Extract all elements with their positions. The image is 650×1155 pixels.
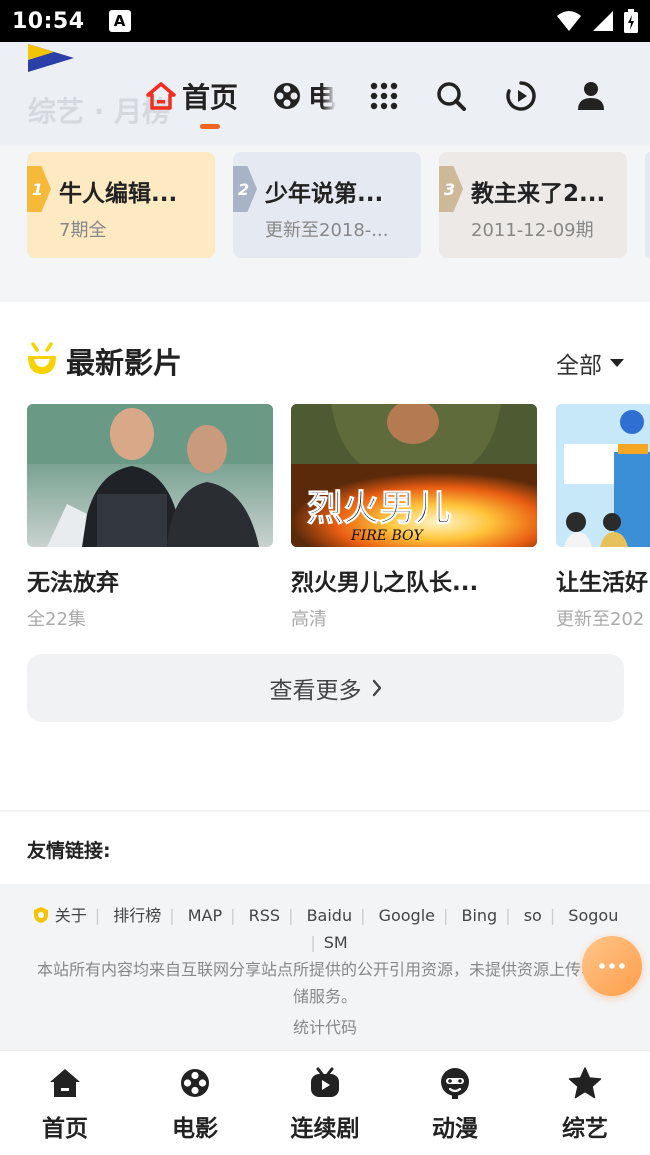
app-page: 10:54 A 综艺 · 月榜 首页 电 xyxy=(0,0,650,1155)
home-icon xyxy=(146,82,176,110)
nav-tab-home[interactable]: 首页 xyxy=(146,76,238,116)
movie-title: 无法放弃 xyxy=(27,570,119,596)
poster-art: 烈火男儿 FIRE BOY xyxy=(291,404,537,547)
footer-link-bing[interactable]: Bing xyxy=(461,906,497,925)
footer-stats-code: 统计代码 xyxy=(292,1018,357,1037)
user-icon xyxy=(578,82,604,110)
latest-movies-header: 最新影片 全部 xyxy=(0,330,650,390)
wifi-icon xyxy=(557,11,581,31)
footer-link-ranking[interactable]: 排行榜 xyxy=(113,906,161,925)
poster-subtitle-text: FIRE BOY xyxy=(350,528,424,544)
user-button[interactable] xyxy=(573,78,609,114)
movie-poster[interactable] xyxy=(27,404,273,547)
bottom-tab-label: 综艺 xyxy=(562,1116,608,1142)
grid-icon xyxy=(370,82,398,110)
search-icon xyxy=(437,82,466,111)
play-history-icon xyxy=(506,81,536,111)
footer-link-google[interactable]: Google xyxy=(379,906,435,925)
footer-link-baidu[interactable]: Baidu xyxy=(307,906,353,925)
ranking-card-title: 教主来了2... xyxy=(471,181,606,207)
movie-subtitle: 全22集 xyxy=(27,609,86,630)
dropdown-arrow-icon xyxy=(610,359,624,367)
star-icon xyxy=(568,1067,602,1099)
filter-dropdown[interactable]: 全部 xyxy=(556,346,624,380)
bottom-tab-label: 连续剧 xyxy=(290,1116,360,1142)
movie-card[interactable]: 无法放弃 全22集 xyxy=(27,404,275,631)
ranking-card-title: 牛人编辑... xyxy=(59,181,178,207)
ranking-card-subtitle: 2011-12-09期 xyxy=(471,220,594,241)
signal-icon xyxy=(593,11,613,31)
movie-title: 让生活好 xyxy=(556,570,648,596)
bottom-tab-label: 动漫 xyxy=(432,1116,478,1142)
rank-badge: 3 xyxy=(439,166,463,212)
footer-link-so[interactable]: so xyxy=(524,906,542,925)
bottom-tab-series[interactable]: 连续剧 xyxy=(270,1065,380,1143)
ranking-carousel: 1 牛人编辑... 7期全 2 少年说第... 更新至2018-... 3 教主… xyxy=(0,146,650,302)
smiley-icon xyxy=(28,342,56,374)
battery-icon xyxy=(624,9,638,33)
bottom-tab-movie[interactable]: 电影 xyxy=(140,1065,250,1143)
footer-link-map[interactable]: MAP xyxy=(188,906,222,925)
footer-link-sm[interactable]: SM xyxy=(324,933,348,952)
active-tab-indicator xyxy=(200,124,220,129)
about-badge-icon xyxy=(33,907,48,923)
movie-card[interactable]: 烈火男儿 FIRE BOY 烈火男儿之队长... 高清 xyxy=(291,404,539,631)
bottom-tab-label: 首页 xyxy=(42,1116,88,1142)
history-button[interactable] xyxy=(503,78,539,114)
poster-title-text: 烈火男儿 xyxy=(307,487,451,529)
poster-art xyxy=(27,404,273,547)
footer-disclaimer: 本站所有内容均来自互联网分享站点所提供的公开引用资源，未提供资源上传、存储服务。 xyxy=(36,960,613,1006)
ranking-card-subtitle: 7期全 xyxy=(59,220,107,241)
film-reel-icon xyxy=(181,1069,209,1097)
footer-link-sogou[interactable]: Sogou xyxy=(568,906,618,925)
footer-link-rss[interactable]: RSS xyxy=(249,906,280,925)
movie-subtitle: 高清 xyxy=(291,609,327,630)
ranking-card-title: 少年说第... xyxy=(265,181,384,207)
film-reel-icon xyxy=(274,83,300,109)
rank-badge: 1 xyxy=(27,166,51,212)
movie-poster[interactable] xyxy=(556,404,650,547)
section-title: 最新影片 xyxy=(66,346,183,380)
more-dots-icon xyxy=(599,963,625,969)
bottom-tab-label: 电影 xyxy=(172,1116,218,1142)
status-time: 10:54 xyxy=(12,8,85,34)
ranking-card[interactable]: 3 教主来了2... 2011-12-09期 xyxy=(439,152,627,258)
ranking-card[interactable]: 1 牛人编辑... 7期全 xyxy=(27,152,215,258)
bottom-tab-variety[interactable]: 综艺 xyxy=(530,1065,640,1143)
nav-tab-home-label: 首页 xyxy=(182,81,239,114)
category-grid-button[interactable] xyxy=(366,78,402,114)
filter-label: 全部 xyxy=(556,353,602,379)
movie-card[interactable]: 让生活好 更新至202 xyxy=(556,404,650,631)
top-header: 综艺 · 月榜 首页 电 xyxy=(0,42,650,146)
view-more-label: 查看更多 xyxy=(269,678,362,704)
footer-links: 关于 | 排行榜 | MAP | RSS | Baidu | Google | Bing | … xyxy=(0,902,650,956)
site-footer: 关于 | 排行榜 | MAP | RSS | Baidu | Google | Bing | … xyxy=(0,884,650,1050)
movie-title: 烈火男儿之队长... xyxy=(291,570,479,596)
home-icon xyxy=(50,1069,80,1097)
notification-icon: A xyxy=(108,10,131,32)
tab-fade-overlay xyxy=(322,72,336,132)
movie-subtitle: 更新至202 xyxy=(556,609,645,630)
anime-face-icon xyxy=(441,1068,469,1099)
ranking-card-subtitle: 更新至2018-... xyxy=(265,220,389,241)
site-logo-accent xyxy=(28,44,54,60)
bottom-tab-anime[interactable]: 动漫 xyxy=(400,1065,510,1143)
movie-poster[interactable]: 烈火男儿 FIRE BOY xyxy=(291,404,537,547)
bottom-tab-bar: 首页 电影 连续剧 动漫 综艺 xyxy=(0,1050,650,1155)
poster-art xyxy=(556,404,650,547)
floating-menu-button[interactable] xyxy=(582,936,642,996)
view-more-button[interactable]: 查看更多 xyxy=(27,654,624,722)
friend-links-label: 友情链接: xyxy=(27,840,111,862)
footer-link-about[interactable]: 关于 xyxy=(55,906,87,925)
tv-icon xyxy=(311,1067,339,1097)
status-bar: 10:54 A xyxy=(0,0,650,42)
rank-badge: 2 xyxy=(233,166,257,212)
chevron-right-icon xyxy=(372,679,381,697)
ranking-card[interactable]: 2 少年说第... 更新至2018-... xyxy=(233,152,421,258)
search-button[interactable] xyxy=(433,78,469,114)
section-divider xyxy=(0,810,650,812)
bottom-tab-home[interactable]: 首页 xyxy=(10,1065,120,1143)
ranking-card-partial[interactable] xyxy=(645,152,650,258)
